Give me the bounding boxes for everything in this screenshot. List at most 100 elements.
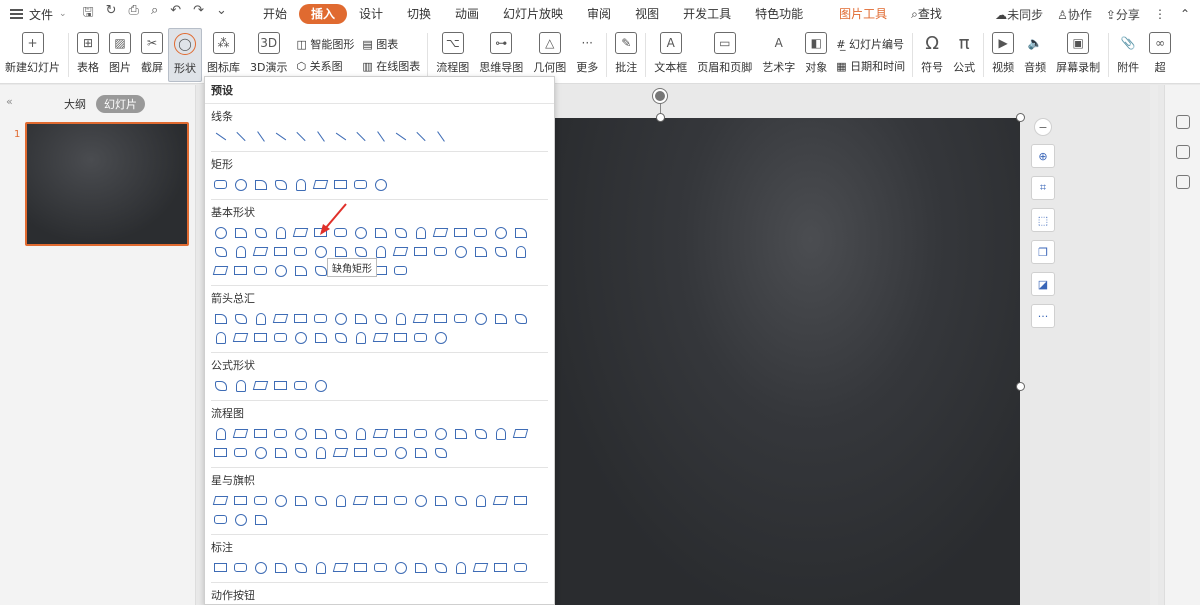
shape-item[interactable] [453, 225, 468, 240]
shape-item[interactable] [293, 177, 308, 192]
shape-item[interactable] [393, 560, 408, 575]
shape-item[interactable] [333, 311, 348, 326]
flowchart-button[interactable]: ⌥ 流程图 [431, 28, 474, 82]
header-footer-button[interactable]: ▭ 页眉和页脚 [692, 28, 757, 82]
shape-item[interactable] [253, 330, 268, 345]
shape-item[interactable] [412, 311, 429, 326]
shape-item[interactable] [333, 244, 348, 259]
shape-item[interactable] [493, 426, 508, 441]
shape-item[interactable] [493, 311, 508, 326]
tab-insert[interactable]: 插入 [298, 4, 347, 24]
shape-item[interactable] [213, 330, 228, 345]
shape-item[interactable] [373, 560, 388, 575]
shape-item[interactable] [393, 263, 408, 278]
shape-item[interactable] [433, 311, 448, 326]
shape-item[interactable] [353, 225, 368, 240]
save-icon[interactable]: 🖫 [83, 3, 94, 25]
shape-item[interactable] [393, 225, 408, 240]
shape-item[interactable] [332, 560, 349, 575]
shape-item[interactable] [233, 263, 248, 278]
shape-item[interactable] [473, 426, 488, 441]
shape-item[interactable] [473, 225, 488, 240]
shape-item[interactable] [273, 244, 288, 259]
shape-item[interactable] [233, 493, 248, 508]
shape-item[interactable] [273, 177, 288, 192]
shape-item[interactable] [293, 311, 308, 326]
shape-item[interactable] [373, 177, 388, 192]
shape-item[interactable] [353, 445, 368, 460]
shape-item[interactable] [353, 426, 368, 441]
more-icon[interactable]: ··· [1031, 304, 1055, 328]
video-button[interactable]: ▶ 视频 [987, 28, 1019, 82]
export-icon[interactable]: ↻ [106, 3, 117, 25]
collab-button[interactable]: ♙协作 [1057, 6, 1092, 23]
tab-home[interactable]: 开始 [251, 4, 299, 24]
shape-item[interactable] [273, 493, 288, 508]
redo-icon[interactable]: ↷ [193, 3, 204, 25]
zoom-in-icon[interactable]: ⊕ [1031, 144, 1055, 168]
shape-item[interactable] [433, 426, 448, 441]
shape-item[interactable] [213, 177, 228, 192]
shape-item[interactable] [213, 129, 228, 144]
shape-item[interactable] [433, 330, 448, 345]
shape-item[interactable] [253, 426, 268, 441]
customize-icon[interactable]: ⌄ [216, 3, 227, 25]
shape-item[interactable] [233, 244, 248, 259]
shape-item[interactable] [273, 378, 288, 393]
shape-item[interactable] [273, 263, 288, 278]
shape-item[interactable] [213, 445, 228, 460]
select-object-icon[interactable]: ⬚ [1031, 208, 1055, 232]
shape-item[interactable] [232, 426, 249, 441]
relation-button[interactable]: ⬡ 关系图 [296, 58, 354, 74]
shape-item[interactable] [293, 445, 308, 460]
shape-item[interactable] [273, 426, 288, 441]
tab-picture-tools[interactable]: 图片工具 [827, 4, 899, 24]
shape-item[interactable] [373, 244, 388, 259]
shape-item[interactable] [253, 493, 268, 508]
shape-item[interactable] [333, 177, 348, 192]
shape-item[interactable] [513, 560, 528, 575]
shape-item[interactable] [253, 225, 268, 240]
more-button[interactable]: ··· 更多 [571, 28, 603, 82]
duplicate-icon[interactable] [1175, 175, 1190, 189]
shape-item[interactable] [293, 493, 308, 508]
tab-transition[interactable]: 切换 [395, 4, 443, 24]
undo-icon[interactable]: ↶ [170, 3, 181, 25]
shape-item[interactable] [453, 493, 468, 508]
shape-item[interactable] [253, 311, 268, 326]
shape-item[interactable] [453, 244, 468, 259]
shape-item[interactable] [313, 493, 328, 508]
shape-item[interactable] [393, 311, 408, 326]
shape-item[interactable] [473, 311, 488, 326]
shape-item[interactable] [212, 493, 229, 508]
shape-item[interactable] [273, 560, 288, 575]
tab-animation[interactable]: 动画 [443, 4, 491, 24]
collapse-panel-icon[interactable]: « [6, 95, 13, 108]
shape-item[interactable] [453, 311, 468, 326]
tab-developer[interactable]: 开发工具 [671, 4, 743, 24]
shape-item[interactable] [353, 129, 368, 144]
shape-item[interactable] [273, 225, 288, 240]
search-button[interactable]: ⌕查找 [899, 4, 954, 24]
shape-item[interactable] [313, 129, 328, 144]
online-chart-button[interactable]: ▥ 在线图表 [362, 58, 420, 74]
audio-button[interactable]: 🔈 音频 [1019, 28, 1051, 82]
shape-item[interactable] [313, 311, 328, 326]
shape-item[interactable] [333, 330, 348, 345]
shape-item[interactable] [353, 330, 368, 345]
shape-item[interactable] [272, 311, 289, 326]
shape-item[interactable] [353, 177, 368, 192]
shape-item[interactable] [493, 225, 508, 240]
object-button[interactable]: ◧ 对象 [800, 28, 832, 82]
shape-item[interactable] [312, 177, 329, 192]
shape-item[interactable] [393, 493, 408, 508]
shape-item[interactable] [413, 426, 428, 441]
shape-item[interactable] [372, 426, 389, 441]
attachment-button[interactable]: 📎 附件 [1112, 28, 1144, 82]
shape-item[interactable] [313, 263, 328, 278]
shape-item[interactable] [252, 378, 269, 393]
collapse-ribbon-icon[interactable]: ⌃ [1180, 7, 1190, 21]
formula-button[interactable]: π 公式 [948, 28, 980, 82]
shape-item[interactable] [213, 225, 228, 240]
chalkboard-image[interactable] [555, 118, 1020, 605]
